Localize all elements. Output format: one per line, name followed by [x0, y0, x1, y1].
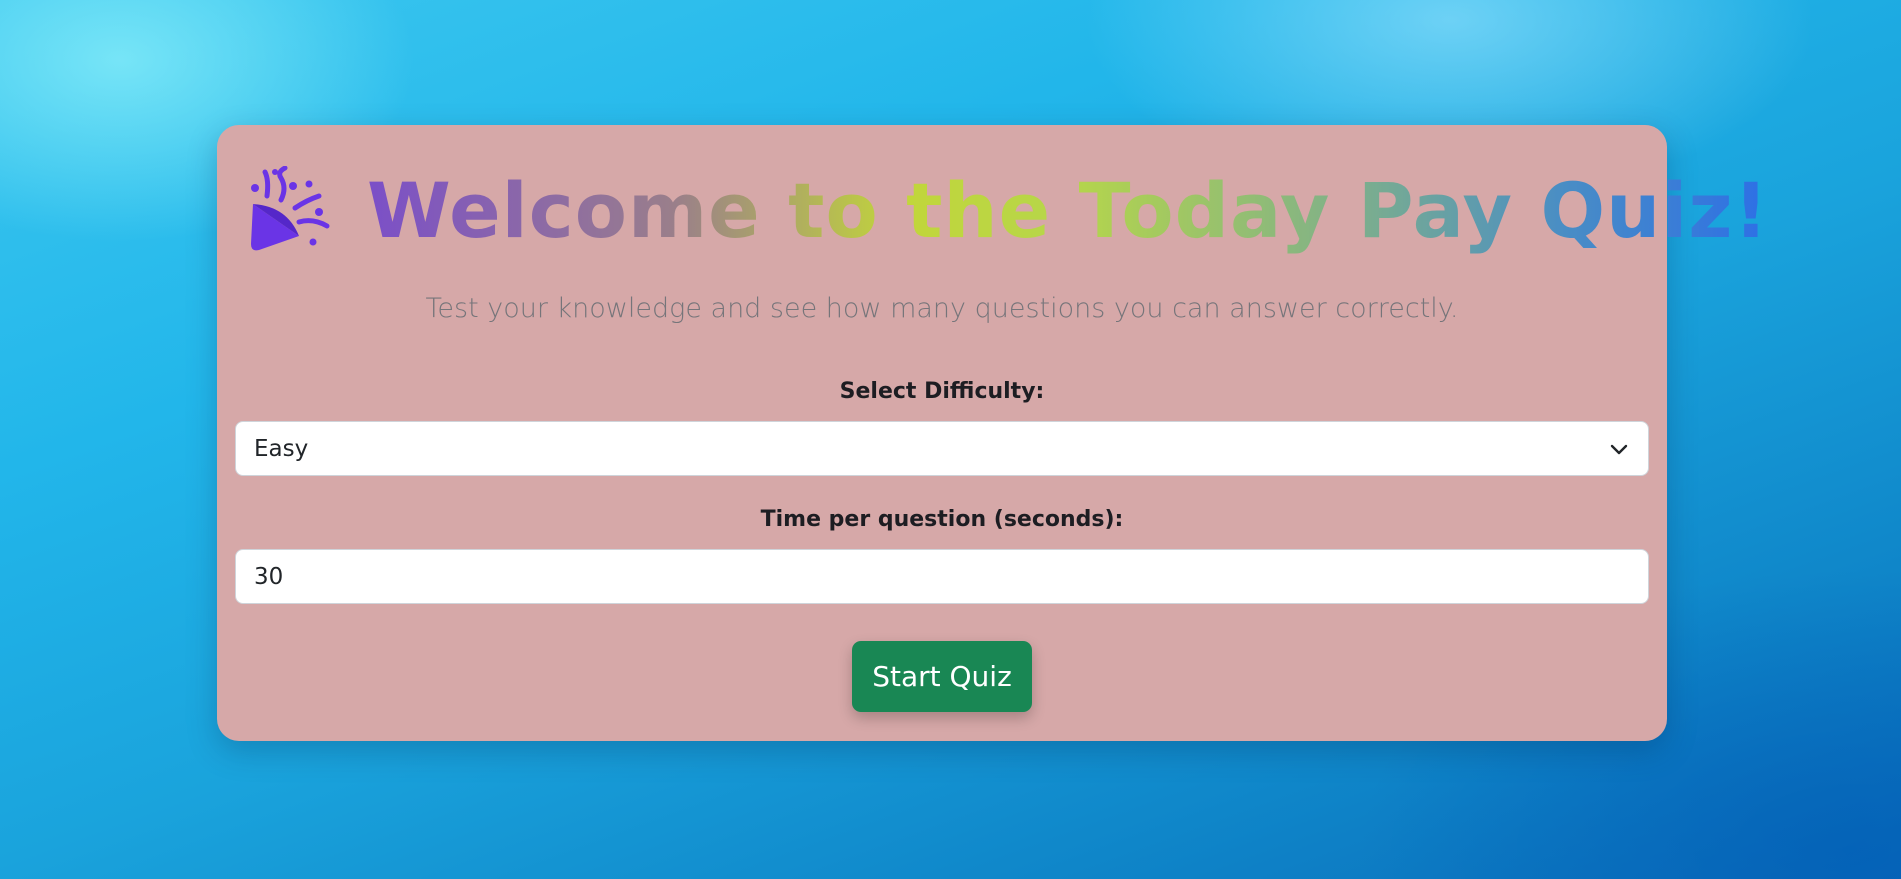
- party-popper-icon: [251, 166, 330, 251]
- chevron-down-icon: [1610, 444, 1628, 454]
- difficulty-label: Select Difficulty:: [839, 379, 1045, 404]
- quiz-card: Welcome to the Today Pay Quiz! Test your…: [217, 125, 1768, 741]
- time-per-question-input[interactable]: [235, 549, 1649, 604]
- start-quiz-button[interactable]: Start Quiz: [852, 641, 1032, 712]
- subtitle: Test your knowledge and see how many que…: [425, 293, 1459, 324]
- title-row: Welcome to the Today Pay Quiz!: [247, 161, 1769, 261]
- difficulty-selected-value: Easy: [254, 435, 309, 462]
- time-label: Time per question (seconds):: [760, 507, 1124, 532]
- difficulty-select[interactable]: Easy: [235, 421, 1649, 476]
- page-title: Welcome to the Today Pay Quiz!: [367, 161, 1769, 261]
